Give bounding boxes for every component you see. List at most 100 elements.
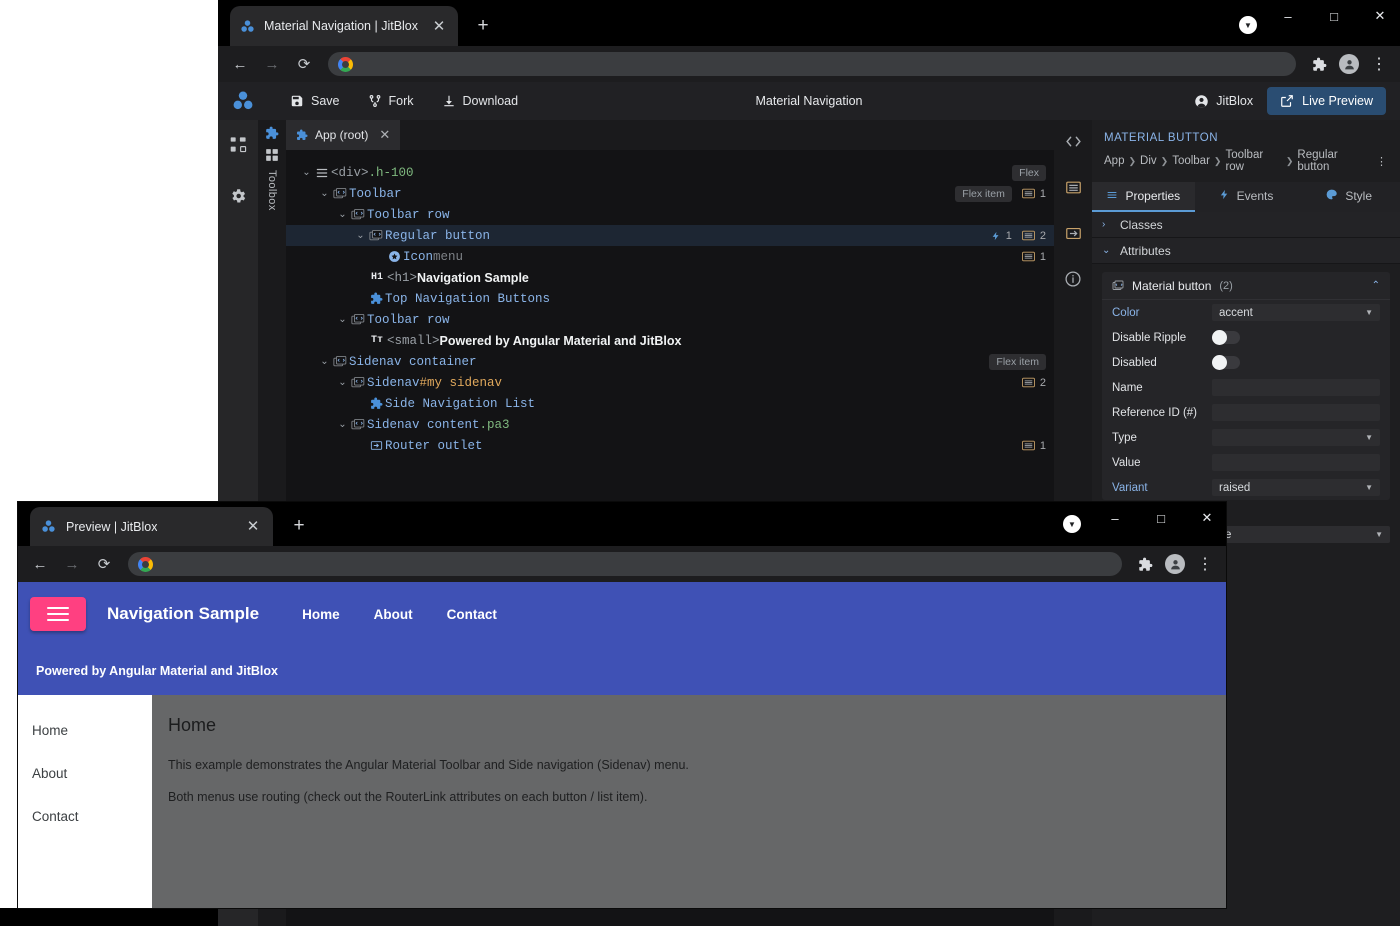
tab-properties[interactable]: Properties [1092, 182, 1195, 212]
attribute-group-header[interactable]: Material button (2) ⌃ [1102, 272, 1390, 300]
preview-download-badge-icon[interactable]: ▼ [1063, 515, 1081, 533]
property-select[interactable]: accent ▼ [1212, 304, 1380, 321]
tree-node-class: .h-100 [368, 165, 414, 180]
section-attributes[interactable]: ⌄ Attributes [1092, 238, 1400, 264]
forward-icon[interactable]: → [258, 50, 286, 78]
property-toggle[interactable] [1212, 355, 1240, 370]
save-icon [291, 95, 303, 107]
preview-close-button[interactable]: ✕ [1184, 502, 1230, 534]
chevron-down-icon[interactable]: ⌄ [336, 377, 349, 388]
new-tab-button[interactable]: + [470, 13, 496, 39]
occluded-select-field[interactable]: ame ▼ [1202, 526, 1390, 543]
info-icon[interactable] [1060, 266, 1086, 292]
tree-row[interactable]: ⌄ Sidenav #my sidenav 2 [286, 372, 1054, 393]
tree-row[interactable]: ⌄ Regular button 1 2 [286, 225, 1054, 246]
sidenav-item-home[interactable]: Home [18, 709, 152, 752]
preview-back-icon[interactable]: ← [26, 550, 54, 578]
chevron-down-icon[interactable]: ⌄ [300, 167, 313, 178]
address-bar[interactable] [328, 52, 1296, 76]
code-icon[interactable] [1060, 128, 1086, 154]
preview-forward-icon[interactable]: → [58, 550, 86, 578]
property-input[interactable] [1212, 454, 1380, 471]
editor-tab-close-icon[interactable]: ✕ [379, 127, 390, 143]
download-button[interactable]: Download [428, 82, 533, 120]
extensions-icon[interactable] [1306, 51, 1332, 77]
chevron-down-icon[interactable]: ⌄ [318, 188, 331, 199]
preview-profile-avatar[interactable] [1162, 551, 1188, 577]
toolbar-link-home[interactable]: Home [285, 607, 357, 622]
property-select[interactable]: ▼ [1212, 429, 1380, 446]
chevron-down-icon[interactable]: ⌄ [336, 419, 349, 430]
chevron-up-icon[interactable]: ⌃ [1372, 280, 1380, 291]
profile-avatar[interactable] [1336, 51, 1362, 77]
preview-new-tab-button[interactable]: + [286, 513, 312, 539]
tree-row[interactable]: Tт <small> Powered by Angular Material an… [286, 330, 1054, 351]
window-minimize-button[interactable]: – [1265, 0, 1311, 32]
section-classes[interactable]: › Classes [1092, 212, 1400, 238]
tab-events[interactable]: Events [1194, 182, 1298, 212]
fork-button[interactable]: Fork [354, 82, 428, 120]
window-maximize-button[interactable]: □ [1311, 0, 1357, 32]
tree-row[interactable]: Top Navigation Buttons [286, 288, 1054, 309]
chevron-down-icon[interactable]: ⌄ [354, 230, 367, 241]
preview-tab-close-icon[interactable]: ✕ [244, 518, 262, 536]
sidenav-item-about[interactable]: About [18, 752, 152, 795]
preview-maximize-button[interactable]: □ [1138, 502, 1184, 534]
window-close-button[interactable]: ✕ [1357, 0, 1400, 32]
preview-extensions-icon[interactable] [1132, 551, 1158, 577]
reload-icon[interactable]: ⟳ [290, 50, 318, 78]
tree-row[interactable]: ⌄ Toolbar row [286, 204, 1054, 225]
preview-address-bar[interactable] [128, 552, 1122, 576]
property-input[interactable] [1212, 404, 1380, 421]
save-button[interactable]: Save [276, 82, 354, 120]
breadcrumb-item[interactable]: Div [1140, 155, 1157, 167]
settings-gear-icon[interactable] [224, 182, 252, 210]
chevron-down-icon[interactable]: ⌄ [336, 314, 349, 325]
tree-row[interactable]: Icon menu 1 [286, 246, 1054, 267]
property-toggle[interactable] [1212, 330, 1240, 345]
breadcrumb-item[interactable]: Regular button [1297, 149, 1369, 173]
project-structure-icon[interactable] [224, 130, 252, 158]
download-badge-icon[interactable]: ▼ [1239, 16, 1257, 34]
user-label: JitBlox [1216, 94, 1254, 108]
browser-menu-icon[interactable]: ⋮ [1366, 51, 1392, 77]
breadcrumb-menu-icon[interactable]: ⋮ [1376, 155, 1388, 168]
list-icon[interactable] [1060, 174, 1086, 200]
chevron-down-icon[interactable]: ⌄ [336, 209, 349, 220]
preview-browser-menu-icon[interactable]: ⋮ [1192, 551, 1218, 577]
back-icon[interactable]: ← [226, 50, 254, 78]
sidenav-item-contact[interactable]: Contact [18, 795, 152, 838]
property-select[interactable]: raised ▼ [1212, 479, 1380, 496]
editor-tab-app-root[interactable]: App (root) ✕ [286, 120, 401, 150]
menu-toggle-button[interactable] [30, 597, 86, 631]
property-input[interactable] [1212, 379, 1380, 396]
breadcrumb-item[interactable]: Toolbar [1172, 155, 1210, 167]
tree-row[interactable]: H1 <h1> Navigation Sample [286, 267, 1054, 288]
tree-row[interactable]: ⌄ <div> .h-100 Flex [286, 162, 1054, 183]
tree-row[interactable]: ⌄ Sidenav content .pa3 [286, 414, 1054, 435]
toolbar-link-contact[interactable]: Contact [430, 607, 514, 622]
chevron-down-icon[interactable]: ⌄ [318, 356, 331, 367]
import-icon[interactable] [1060, 220, 1086, 246]
preview-tab[interactable]: Preview | JitBlox ✕ [30, 507, 273, 546]
tree-row[interactable]: Router outlet 1 [286, 435, 1054, 456]
tree-row[interactable]: ⌄ Toolbar Flex item 1 [286, 183, 1054, 204]
preview-reload-icon[interactable]: ⟳ [90, 550, 118, 578]
live-preview-button[interactable]: Live Preview [1267, 87, 1386, 115]
browser-tab-material-navigation[interactable]: Material Navigation | JitBlox ✕ [230, 6, 458, 46]
breadcrumb-item[interactable]: App [1104, 155, 1124, 167]
tree-row[interactable]: Side Navigation List [286, 393, 1054, 414]
component-icon [367, 229, 385, 243]
user-menu-button[interactable]: JitBlox [1194, 94, 1253, 109]
router-outlet-content: Home This example demonstrates the Angul… [152, 695, 1226, 908]
tree-row[interactable]: ⌄ Toolbar row [286, 309, 1054, 330]
tree-node-class: .pa3 [479, 417, 510, 432]
tree-row[interactable]: ⌄ Sidenav container Flex item [286, 351, 1054, 372]
toolbar-link-about[interactable]: About [357, 607, 430, 622]
preview-minimize-button[interactable]: – [1092, 502, 1138, 534]
breadcrumb-item[interactable]: Toolbar row [1225, 149, 1281, 173]
puzzle-icon [266, 126, 279, 139]
tab-style[interactable]: Style [1297, 182, 1400, 212]
tab-close-icon[interactable]: ✕ [430, 17, 448, 35]
breadcrumb-separator: ❯ [1285, 155, 1294, 166]
